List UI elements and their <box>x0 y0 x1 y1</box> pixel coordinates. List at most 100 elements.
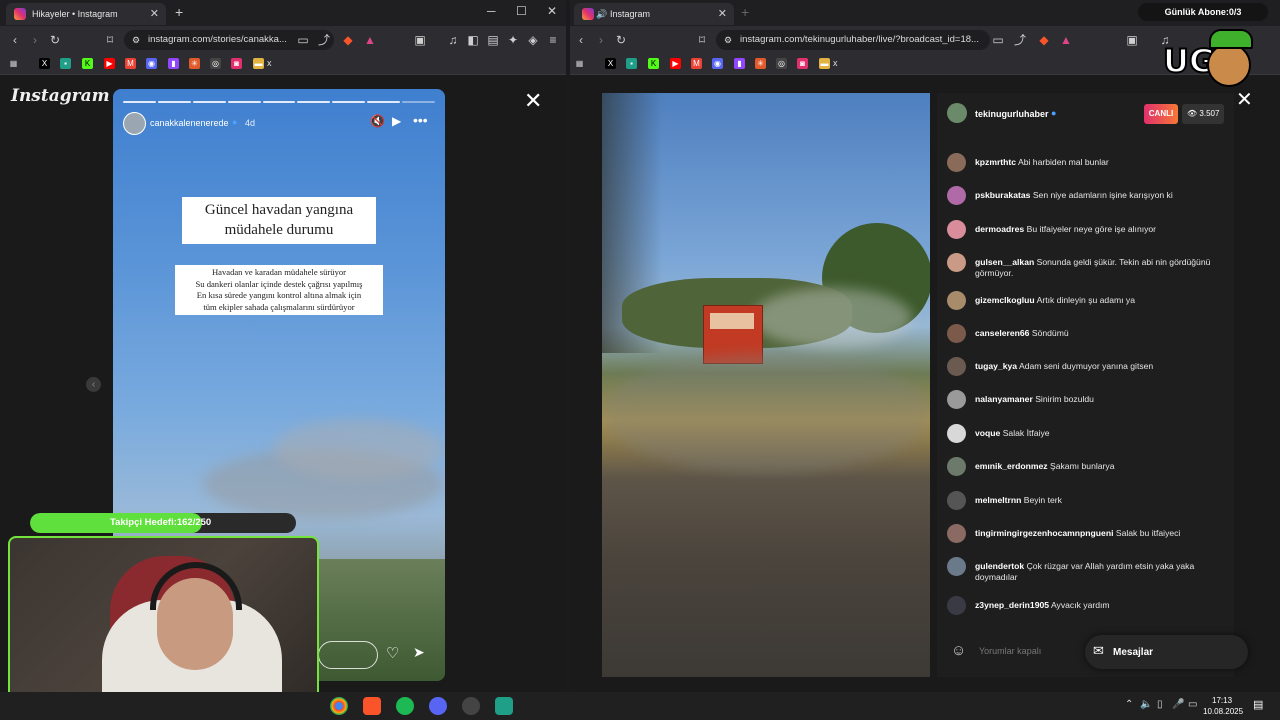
mute-icon[interactable]: 🔇 <box>370 114 385 128</box>
youtube-icon[interactable]: ▶ <box>104 58 115 69</box>
comment-avatar[interactable] <box>947 390 966 409</box>
apps-grid-icon[interactable]: ▦ <box>574 58 585 69</box>
screen-icon[interactable]: ▭ <box>296 33 310 47</box>
comment-username[interactable]: kpzmrthtc <box>975 157 1016 167</box>
audio-playing-icon[interactable]: 🔊 <box>596 3 607 25</box>
close-story-icon[interactable]: ✕ <box>524 88 542 114</box>
menu-icon[interactable]: ≡ <box>546 33 560 47</box>
messages-button[interactable]: ✉ Mesajlar <box>1085 635 1248 669</box>
forward-icon[interactable]: › <box>594 33 608 47</box>
back-icon[interactable]: ‹ <box>8 33 22 47</box>
wallet-icon[interactable]: ▤ <box>486 33 500 47</box>
app-icon[interactable] <box>495 697 513 715</box>
comment-username[interactable]: tugay_kya <box>975 361 1017 371</box>
tab-instagram-live[interactable]: 🔊 Instagram ✕ <box>574 3 734 25</box>
tray-chevron-icon[interactable]: ⌃ <box>1125 699 1133 710</box>
host-username[interactable]: tekinugurluhaber <box>975 109 1049 119</box>
gmail-icon[interactable]: M <box>125 58 136 69</box>
comment-avatar[interactable] <box>947 220 966 239</box>
gmail-icon[interactable]: M <box>691 58 702 69</box>
comment-avatar[interactable] <box>947 153 966 172</box>
spotify-icon[interactable] <box>396 697 414 715</box>
bookmark-icon-8[interactable]: ✳ <box>189 58 200 69</box>
sidebar-icon[interactable]: ▣ <box>413 33 427 47</box>
new-tab-icon[interactable]: + <box>175 4 183 20</box>
comment-username[interactable]: voque <box>975 428 1000 438</box>
send-icon[interactable]: ➤ <box>413 644 425 661</box>
instagram-logo[interactable]: Instagram <box>11 86 110 106</box>
twitch-icon[interactable]: ▮ <box>168 58 179 69</box>
reload-icon[interactable]: ↻ <box>48 33 62 47</box>
folder-icon[interactable]: ▬ <box>819 58 830 69</box>
close-window-icon[interactable]: ✕ <box>547 4 557 18</box>
instagram-bookmark-icon[interactable]: ◙ <box>231 58 242 69</box>
clock-time[interactable]: 17:13 <box>1212 696 1232 705</box>
twitch-icon[interactable]: ▮ <box>734 58 745 69</box>
forward-icon[interactable]: › <box>28 33 42 47</box>
minimize-icon[interactable]: ─ <box>487 4 496 18</box>
share-icon[interactable]: ⤴ <box>1013 33 1027 47</box>
bookmark-icon[interactable]: ⌑ <box>103 33 117 47</box>
comment-avatar[interactable] <box>947 324 966 343</box>
tray-network-icon[interactable]: ▭ <box>1188 699 1197 710</box>
apps-grid-icon[interactable]: ▦ <box>8 58 19 69</box>
comment-avatar[interactable] <box>947 557 966 576</box>
like-icon[interactable]: ♡ <box>386 644 399 662</box>
comment-avatar[interactable] <box>947 253 966 272</box>
kick-icon[interactable]: K <box>648 58 659 69</box>
folder-icon[interactable]: ▬ <box>253 58 264 69</box>
live-video[interactable] <box>602 93 930 677</box>
play-icon[interactable]: ▶ <box>392 114 401 128</box>
x-icon[interactable]: X <box>605 58 616 69</box>
bookmark-icon[interactable]: ⌑ <box>695 33 709 47</box>
more-options-icon[interactable]: ••• <box>413 112 428 128</box>
comment-username[interactable]: tingirmingirgezenhocamnpngueni <box>975 528 1113 538</box>
back-icon[interactable]: ‹ <box>574 33 588 47</box>
new-tab-icon[interactable]: + <box>741 4 749 20</box>
bookmark-icon-2[interactable]: ▪ <box>626 58 637 69</box>
close-tab-icon[interactable]: ✕ <box>718 3 727 25</box>
tray-mic-icon[interactable]: 🎤 <box>1172 699 1184 710</box>
x-icon[interactable]: X <box>39 58 50 69</box>
discord-icon[interactable] <box>429 697 447 715</box>
bookmark-icon-9[interactable]: ◎ <box>210 58 221 69</box>
kick-icon[interactable]: K <box>82 58 93 69</box>
comment-avatar[interactable] <box>947 291 966 310</box>
reply-input[interactable] <box>318 641 378 669</box>
tray-audio-icon[interactable]: 🔈 <box>1140 699 1152 710</box>
discord-icon[interactable]: ◉ <box>712 58 723 69</box>
story-avatar[interactable] <box>123 112 146 135</box>
comment-avatar[interactable] <box>947 524 966 543</box>
comment-input[interactable]: Yorumlar kapalı <box>979 646 1041 656</box>
obs-icon[interactable] <box>462 697 480 715</box>
vpn-icon[interactable]: ◈ <box>526 33 540 47</box>
comment-username[interactable]: gulendertok <box>975 561 1024 571</box>
story-username[interactable]: canakkalenenerede <box>150 118 229 128</box>
address-bar[interactable]: ⚙ instagram.com/tekinugurluhaber/live/?b… <box>716 30 990 50</box>
notifications-icon[interactable]: ▤ <box>1253 698 1263 711</box>
maximize-icon[interactable]: ☐ <box>516 4 527 18</box>
rewards-icon[interactable]: ▲ <box>1059 33 1073 47</box>
bookmark-icon-8[interactable]: ✳ <box>755 58 766 69</box>
instagram-bookmark-icon[interactable]: ◙ <box>797 58 808 69</box>
comment-username[interactable]: gulsen__alkan <box>975 257 1034 267</box>
site-info-icon[interactable]: ⚙ <box>132 30 140 50</box>
leo-icon[interactable]: ✦ <box>506 33 520 47</box>
comment-username[interactable]: pskburakatas <box>975 190 1030 200</box>
emoji-icon[interactable]: ☺ <box>951 642 966 659</box>
comment-username[interactable]: nalanyamaner <box>975 394 1033 404</box>
comment-avatar[interactable] <box>947 424 966 443</box>
comment-avatar[interactable] <box>947 491 966 510</box>
discord-icon[interactable]: ◉ <box>146 58 157 69</box>
comment-username[interactable]: dermoadres <box>975 224 1024 234</box>
media-icon[interactable]: ♫ <box>446 33 460 47</box>
tray-device-icon[interactable]: ▯ <box>1157 699 1163 710</box>
comment-username[interactable]: gizemclkogluu <box>975 295 1035 305</box>
bookmark-icon-9[interactable]: ◎ <box>776 58 787 69</box>
comment-avatar[interactable] <box>947 457 966 476</box>
clock-date[interactable]: 10.08.2025 <box>1203 707 1243 716</box>
brave-shield-icon[interactable]: ◆ <box>341 33 355 47</box>
prev-story-icon[interactable]: ‹ <box>86 377 101 392</box>
comment-username[interactable]: z3ynep_derin1905 <box>975 600 1049 610</box>
split-view-icon[interactable]: ◧ <box>466 33 480 47</box>
